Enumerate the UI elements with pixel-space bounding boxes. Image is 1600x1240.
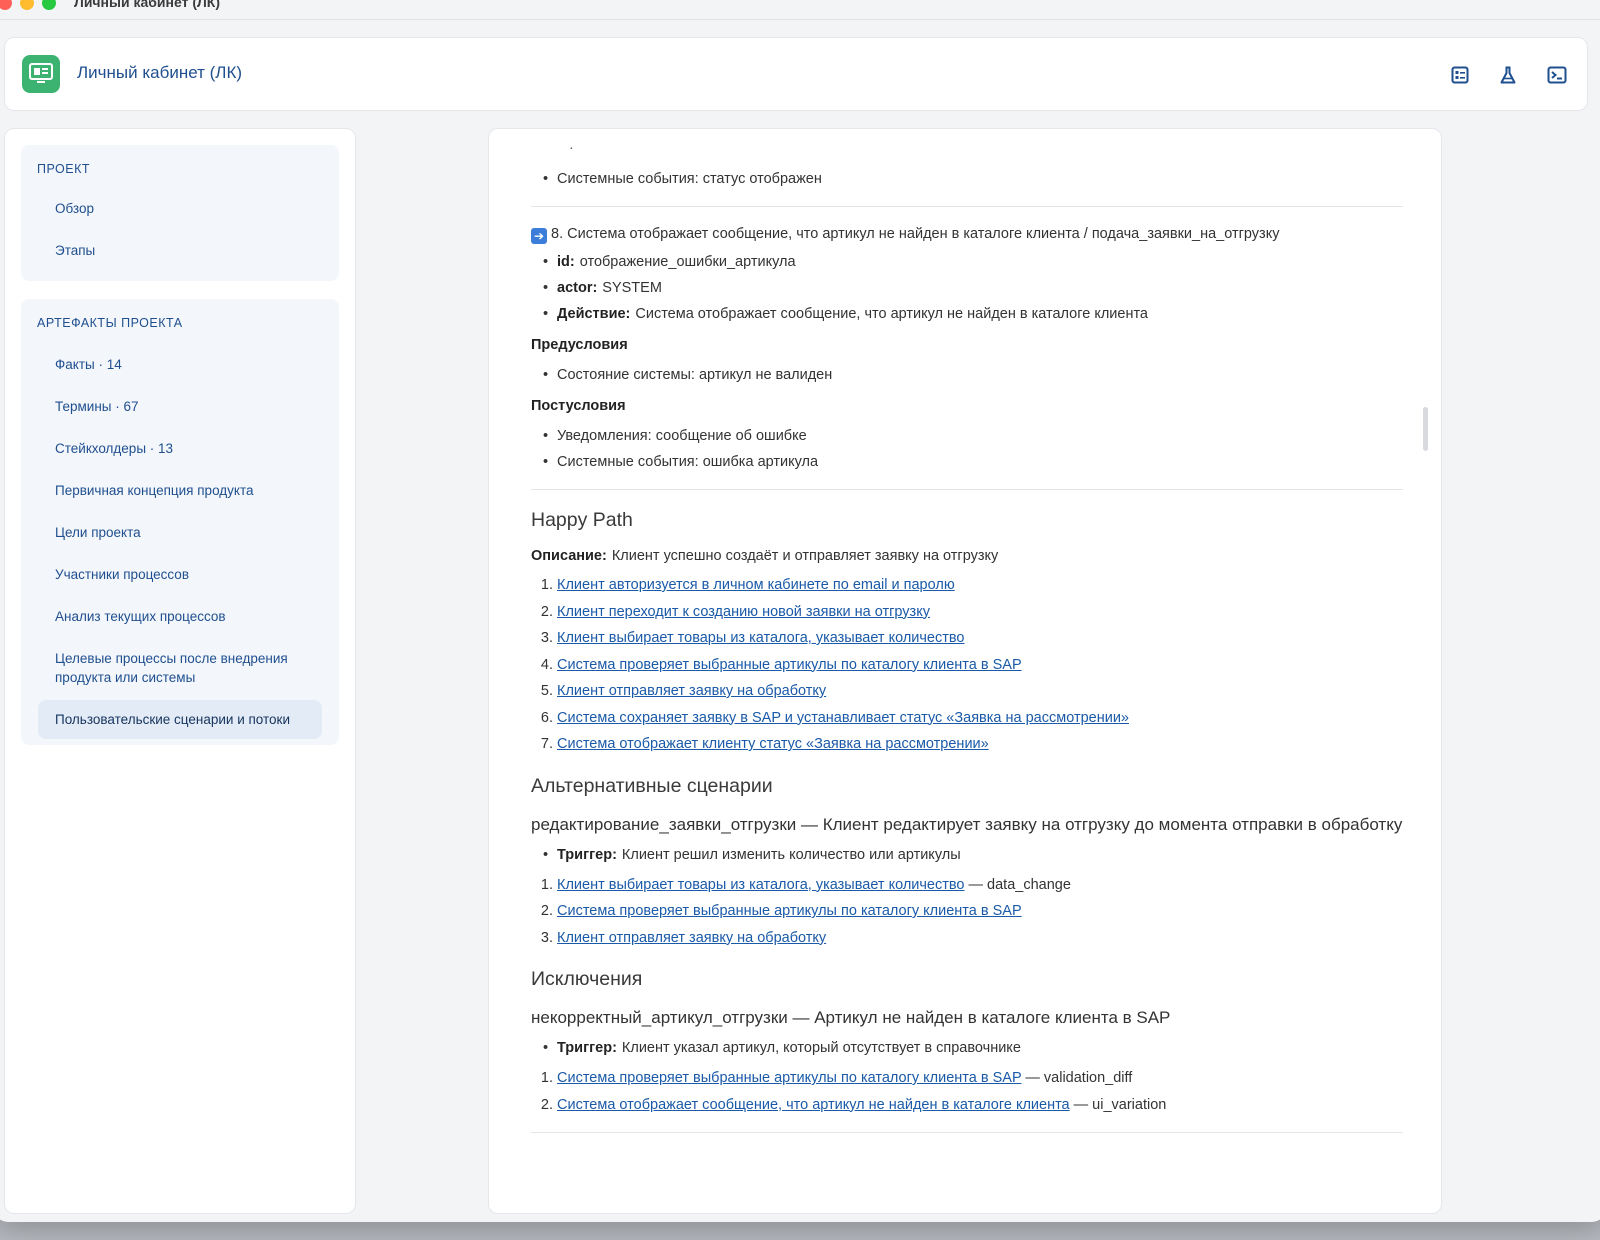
step-8-title: ➔ 8. Система отображает сообщение, что ар… (531, 223, 1403, 245)
alternative-trigger: Триггер:Клиент решил изменить количество… (531, 842, 1403, 868)
sidebar-item-stakeholders[interactable]: Стейкхолдеры · 13 (38, 429, 322, 468)
list-icon[interactable] (1447, 62, 1473, 88)
list-item: 1. Клиент выбирает товары из каталога, ук… (540, 876, 1071, 893)
sidebar-item-overview[interactable]: Обзор (38, 189, 322, 228)
minimize-window-button[interactable] (20, 0, 34, 10)
happy-path-steps: 1. Клиент авторизуется в личном кабинете … (531, 572, 1403, 758)
window-titlebar: Личный кабинет (ЛК) (0, 0, 1600, 20)
nav-group-title: АРТЕФАКТЫ ПРОЕКТА (37, 316, 183, 330)
sidebar: ПРОЕКТ Обзор Этапы АРТЕФАКТЫ ПРОЕКТА Фак… (4, 128, 356, 1214)
exception-scenario-title: некорректный_артикул_отгрузки — Артикул … (531, 1008, 1171, 1027)
list-item: 4. Система проверяет выбранные артикулы п… (540, 656, 1022, 673)
list-item: 3. Клиент отправляет заявку на обработку (540, 929, 827, 946)
preconditions-heading: Предусловия (531, 337, 628, 353)
step-link[interactable]: Система отображает клиенту статус «Заявк… (557, 736, 989, 752)
main-content: · Системные события: статус отображен ➔8… (488, 128, 1442, 1214)
step-link[interactable]: Клиент авторизуется в личном кабинете по… (557, 577, 955, 593)
alternative-scenarios-heading: Альтернативные сценарии (531, 774, 773, 797)
sidebar-item-current-processes[interactable]: Анализ текущих процессов (38, 597, 322, 636)
zoom-window-button[interactable] (42, 0, 56, 10)
terminal-icon[interactable] (1544, 62, 1570, 88)
step-8-fields: id:отображение_ошибки_артикула actor:SYS… (531, 249, 1403, 327)
step-link[interactable]: Система отображает сообщение, что артику… (557, 1097, 1070, 1113)
scrollbar-thumb[interactable] (1423, 407, 1428, 451)
happy-path-heading: Happy Path (531, 509, 633, 531)
step-link[interactable]: Клиент отправляет заявку на обработку (557, 930, 826, 946)
top-bullet-list: Системные события: статус отображен (531, 166, 1403, 192)
list-item: Уведомления: сообщение об ошибке (531, 423, 1403, 449)
divider (531, 206, 1403, 207)
scrolled-off-line: · (569, 139, 574, 155)
step-link[interactable]: Система проверяет выбранные артикулы по … (557, 657, 1022, 673)
field-id: id:отображение_ошибки_артикула (531, 249, 1403, 275)
list-item: 6. Система сохраняет заявку в SAP и устан… (540, 709, 1129, 726)
postconditions-heading: Постусловия (531, 398, 626, 414)
list-item: 5. Клиент отправляет заявку на обработку (540, 683, 827, 699)
sidebar-item-user-scenarios[interactable]: Пользовательские сценарии и потоки (38, 700, 322, 739)
nav-group-artifacts: АРТЕФАКТЫ ПРОЕКТА Факты · 14 Термины · 6… (21, 299, 339, 745)
list-item: 1. Система проверяет выбранные артикулы п… (540, 1070, 1133, 1086)
preconditions-list: Состояние системы: артикул не валиден (531, 362, 1403, 388)
step-link[interactable]: Клиент отправляет заявку на обработку (557, 683, 826, 699)
postconditions-list: Уведомления: сообщение об ошибке Системн… (531, 423, 1403, 475)
alternative-steps: 1. Клиент выбирает товары из каталога, ук… (531, 872, 1403, 952)
sidebar-item-facts[interactable]: Факты · 14 (38, 345, 322, 384)
sidebar-item-stages[interactable]: Этапы (38, 231, 322, 270)
list-item: 2. Система отображает сообщение, что арти… (540, 1096, 1167, 1113)
field-actor: actor:SYSTEM (531, 275, 1403, 301)
step-link[interactable]: Система проверяет выбранные артикулы по … (557, 1070, 1021, 1086)
flask-icon[interactable] (1495, 62, 1521, 88)
divider (531, 489, 1403, 490)
app-window: Личный кабинет (ЛК) Личный кабинет (ЛК) … (0, 0, 1600, 1222)
list-item: 2. Система проверяет выбранные артикулы п… (540, 903, 1022, 919)
step-link[interactable]: Клиент выбирает товары из каталога, указ… (557, 877, 965, 893)
exception-steps: 1. Система проверяет выбранные артикулы п… (531, 1065, 1403, 1118)
list-item: 1. Клиент авторизуется в личном кабинете … (540, 577, 955, 593)
exception-trigger: Триггер:Клиент указал артикул, который о… (531, 1035, 1403, 1061)
app-header: Личный кабинет (ЛК) (4, 37, 1588, 111)
divider (531, 1132, 1403, 1133)
sidebar-item-participants[interactable]: Участники процессов (38, 555, 322, 594)
sidebar-item-target-processes[interactable]: Целевые процессы после внедрения продукт… (38, 639, 322, 697)
sidebar-item-terms[interactable]: Термины · 67 (38, 387, 322, 426)
list-item: Триггер:Клиент решил изменить количество… (531, 842, 1403, 868)
close-window-button[interactable] (0, 0, 12, 10)
nav-group-title: ПРОЕКТ (37, 162, 91, 176)
arrow-right-icon: ➔ (531, 228, 547, 244)
field-action: Действие:Система отображает сообщение, ч… (531, 301, 1403, 327)
sidebar-item-goals[interactable]: Цели проекта (38, 513, 322, 552)
step-link[interactable]: Клиент переходит к созданию новой заявки… (557, 604, 930, 620)
list-item: 2. Клиент переходит к созданию новой заяв… (540, 603, 930, 620)
monitor-icon (22, 55, 60, 93)
alternative-scenario-title: редактирование_заявки_отгрузки — Клиент … (531, 814, 1403, 834)
step-link[interactable]: Система сохраняет заявку в SAP и устанав… (557, 710, 1129, 726)
exceptions-heading: Исключения (531, 968, 643, 990)
list-item: Системные события: ошибка артикула (531, 449, 1403, 475)
happy-path-description: Описание: Клиент успешно создаёт и отправ… (531, 548, 999, 564)
list-item: Триггер:Клиент указал артикул, который о… (531, 1035, 1403, 1061)
sidebar-item-concept[interactable]: Первичная концепция продукта (38, 471, 322, 510)
step-link[interactable]: Клиент выбирает товары из каталога, указ… (557, 630, 965, 646)
list-item: Состояние системы: артикул не валиден (531, 362, 1403, 388)
list-item: 3. Клиент выбирает товары из каталога, ук… (540, 630, 965, 646)
nav-group-project: ПРОЕКТ Обзор Этапы (21, 145, 339, 281)
list-item: 7. Система отображает клиенту статус «Зая… (540, 736, 989, 752)
window-title: Личный кабинет (ЛК) (74, 0, 221, 10)
step-link[interactable]: Система проверяет выбранные артикулы по … (557, 903, 1022, 919)
list-item: Системные события: статус отображен (531, 166, 1403, 192)
app-title: Личный кабинет (ЛК) (77, 63, 243, 82)
